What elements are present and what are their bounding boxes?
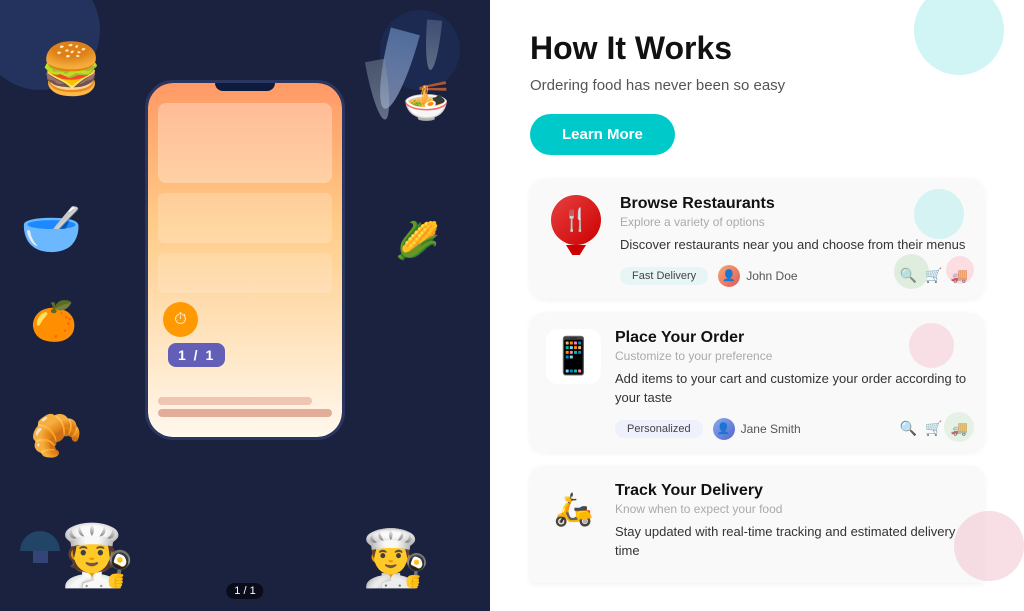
phone-screen: 1 / 1 ⏱	[148, 83, 342, 437]
order-card-left-footer: Personalized 👤 Jane Smith	[615, 418, 801, 440]
food-noodles: 🍜	[403, 80, 450, 124]
order-user-row: 👤 Jane Smith	[713, 418, 801, 440]
mushroom	[20, 531, 60, 561]
screen-bar-1	[158, 409, 332, 417]
browse-user-row: 👤 John Doe	[718, 265, 797, 287]
pin-circle: 🍴	[551, 195, 601, 245]
food-bowl: 🥣	[20, 200, 82, 259]
phone-mockup: 1 / 1 ⏱	[145, 80, 345, 440]
pin-tip	[566, 245, 586, 255]
food-bread: 🥐	[30, 412, 82, 461]
pin-icon: 🍴	[551, 195, 601, 255]
food-corn: 🌽	[395, 220, 440, 262]
order-card-description: Add items to your cart and customize you…	[615, 369, 968, 408]
phone-notch	[215, 83, 275, 91]
screen-row-1	[158, 193, 332, 243]
browse-icon: 🍴	[546, 195, 606, 255]
place-order-card: 📱 Place Your Order Customize to your pre…	[530, 313, 984, 452]
food-burger: 🍔	[40, 40, 102, 99]
card1-deco-circle-3	[946, 256, 974, 284]
track-card-content: Track Your Delivery Know when to expect …	[615, 482, 968, 571]
section-subtitle: Ordering food has never been so easy	[530, 77, 984, 94]
person-left: 🧑‍🍳	[60, 520, 135, 591]
deco-circle-pink	[954, 511, 1024, 581]
screen-header	[158, 103, 332, 183]
food-orange: 🍊	[30, 300, 77, 344]
timer-icon: ⏱	[163, 302, 198, 337]
screen-bar-2	[158, 397, 312, 405]
track-icon: 🛵	[546, 482, 601, 537]
learn-more-button[interactable]: Learn More	[530, 114, 675, 155]
card1-deco-circle-2	[894, 254, 929, 289]
card2-deco-circle-2	[944, 412, 974, 442]
order-username: Jane Smith	[741, 422, 801, 436]
order-card-footer: Personalized 👤 Jane Smith 🔍 🛒 🚚	[615, 418, 968, 440]
cards-container: 🍴 Browse Restaurants Explore a variety o…	[530, 179, 984, 583]
track-delivery-card: 🛵 Track Your Delivery Know when to expec…	[530, 466, 984, 583]
illustration-panel: 🍔 🍜 🥣 🍊 🥐 🌽 1 / 1 ⏱ 🧑‍🍳 👨‍🍳	[0, 0, 490, 611]
order-cart-icon[interactable]: 🛒	[925, 420, 942, 437]
order-badge: Personalized	[615, 420, 703, 438]
track-card-title: Track Your Delivery	[615, 482, 968, 500]
browse-badge: Fast Delivery	[620, 267, 708, 285]
screen-row-2	[158, 253, 332, 293]
browse-card-description: Discover restaurants near you and choose…	[620, 235, 968, 255]
right-panel: How It Works Ordering food has never bee…	[490, 0, 1024, 611]
browse-restaurants-card: 🍴 Browse Restaurants Explore a variety o…	[530, 179, 984, 299]
phone-timer: 1 / 1	[168, 343, 225, 367]
paginator: 1 / 1	[226, 583, 263, 599]
track-card-subtitle: Know when to expect your food	[615, 502, 968, 516]
track-card-description: Stay updated with real-time tracking and…	[615, 522, 968, 561]
browse-username: John Doe	[746, 269, 797, 283]
card1-deco-circle-1	[914, 189, 964, 239]
browse-avatar: 👤	[718, 265, 740, 287]
browse-card-left-footer: Fast Delivery 👤 John Doe	[620, 265, 798, 287]
order-avatar: 👤	[713, 418, 735, 440]
order-icon: 📱	[546, 329, 601, 384]
person-right: 👨‍🍳	[362, 526, 430, 591]
card2-deco-circle-1	[909, 323, 954, 368]
order-search-icon[interactable]: 🔍	[900, 420, 917, 437]
